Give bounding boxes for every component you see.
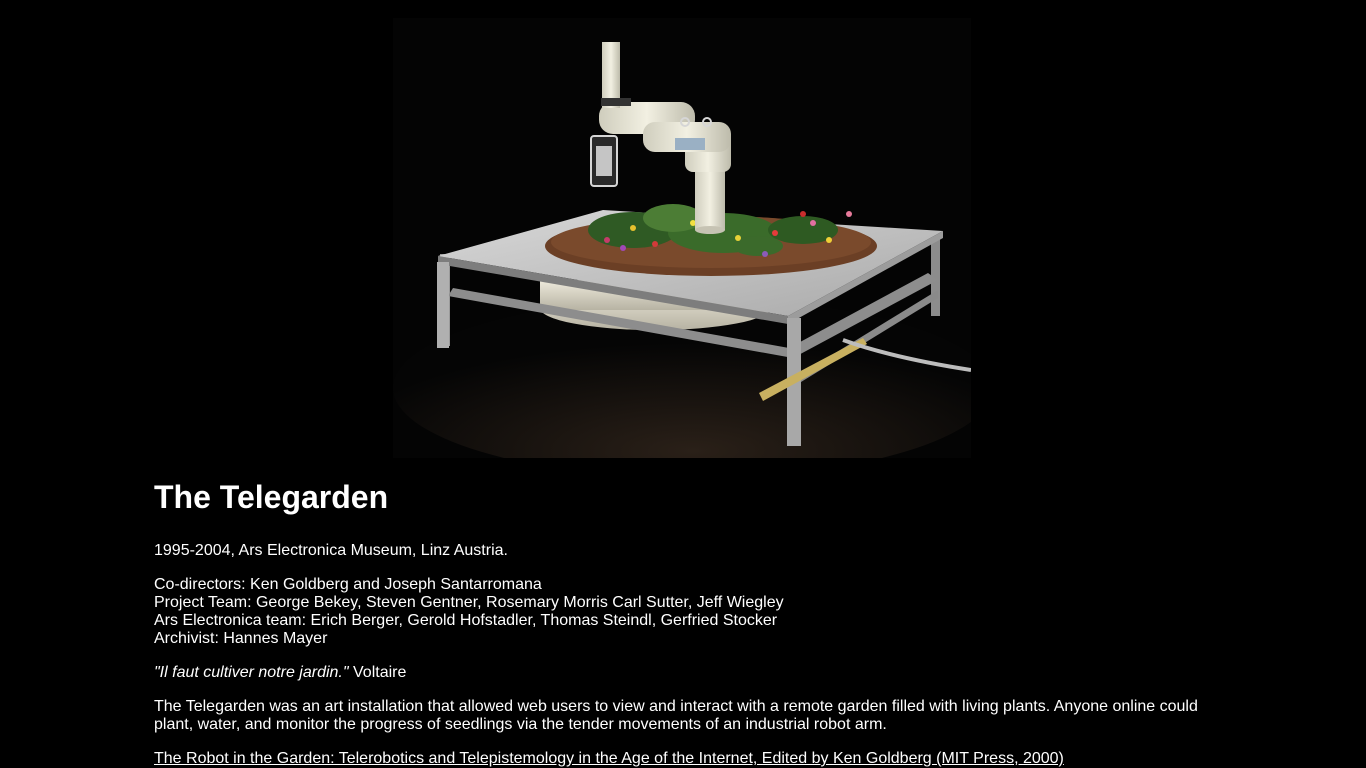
co-directors: Co-directors: Ken Goldberg and Joseph Sa… [154,576,542,593]
quote: "Il faut cultiver notre jardin." Voltair… [154,664,1214,682]
telegarden-photo [393,18,971,458]
archivist: Archivist: Hannes Mayer [154,630,328,647]
telegarden-illustration [393,18,971,458]
page-title: The Telegarden [154,479,389,515]
book-link[interactable]: The Robot in the Garden: Telerobotics an… [154,750,1064,767]
description: The Telegarden was an art installation t… [154,698,1198,733]
book-link-paragraph: The Robot in the Garden: Telerobotics an… [154,750,1214,768]
credits-block: Co-directors: Ken Goldberg and Joseph Sa… [154,576,1214,648]
main-content: The Telegarden 1995-2004, Ars Electronic… [154,476,1214,768]
project-team: Project Team: George Bekey, Steven Gentn… [154,594,784,611]
dates-location: 1995-2004, Ars Electronica Museum, Linz … [154,542,508,559]
quote-text: "Il faut cultiver notre jardin." [154,664,349,681]
ars-electronica-team: Ars Electronica team: Erich Berger, Gero… [154,612,778,629]
quote-author: Voltaire [348,664,407,681]
